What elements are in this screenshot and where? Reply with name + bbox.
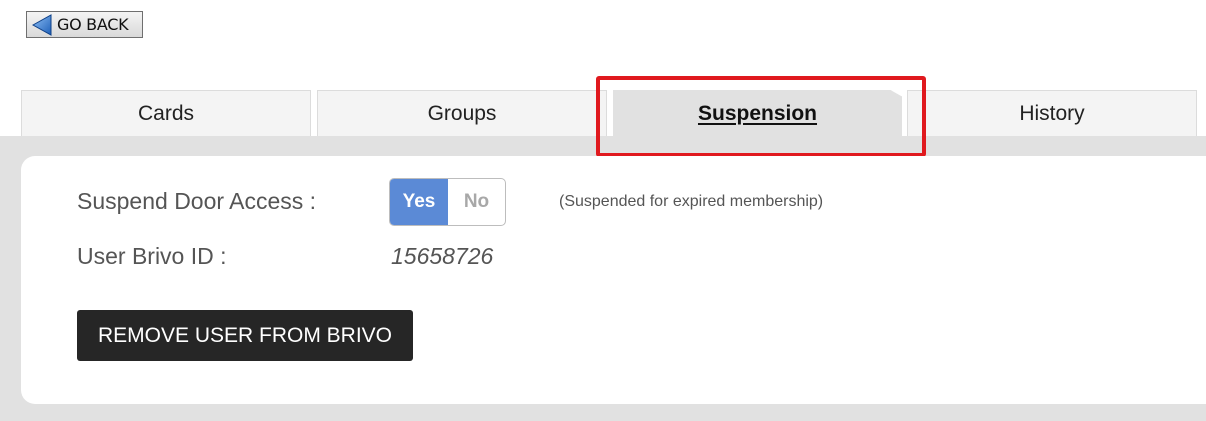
tab-cards[interactable]: Cards [21,90,311,136]
user-brivo-id-value: 15658726 [391,243,494,269]
tab-suspension-label: Suspension [697,101,818,125]
suspend-door-access-label: Suspend Door Access : [77,188,317,214]
tab-groups-label: Groups [427,101,497,125]
suspension-reason-note: (Suspended for expired membership) [559,193,824,210]
tab-groups[interactable]: Groups [317,90,607,136]
go-back-label: GO BACK [57,15,129,34]
toggle-yes-option[interactable]: Yes [390,179,448,225]
remove-user-button[interactable]: REMOVE USER FROM BRIVO [77,310,413,361]
suspend-toggle[interactable]: Yes No [389,178,506,226]
arrow-left-icon [31,13,53,36]
toggle-no-option[interactable]: No [448,179,505,225]
tab-suspension[interactable]: Suspension [613,90,902,136]
tab-cards-label: Cards [137,101,195,125]
go-back-button[interactable]: GO BACK [26,11,143,38]
tab-history-label: History [1019,101,1085,125]
user-brivo-id-label: User Brivo ID : [77,243,227,269]
tab-history[interactable]: History [907,90,1197,136]
